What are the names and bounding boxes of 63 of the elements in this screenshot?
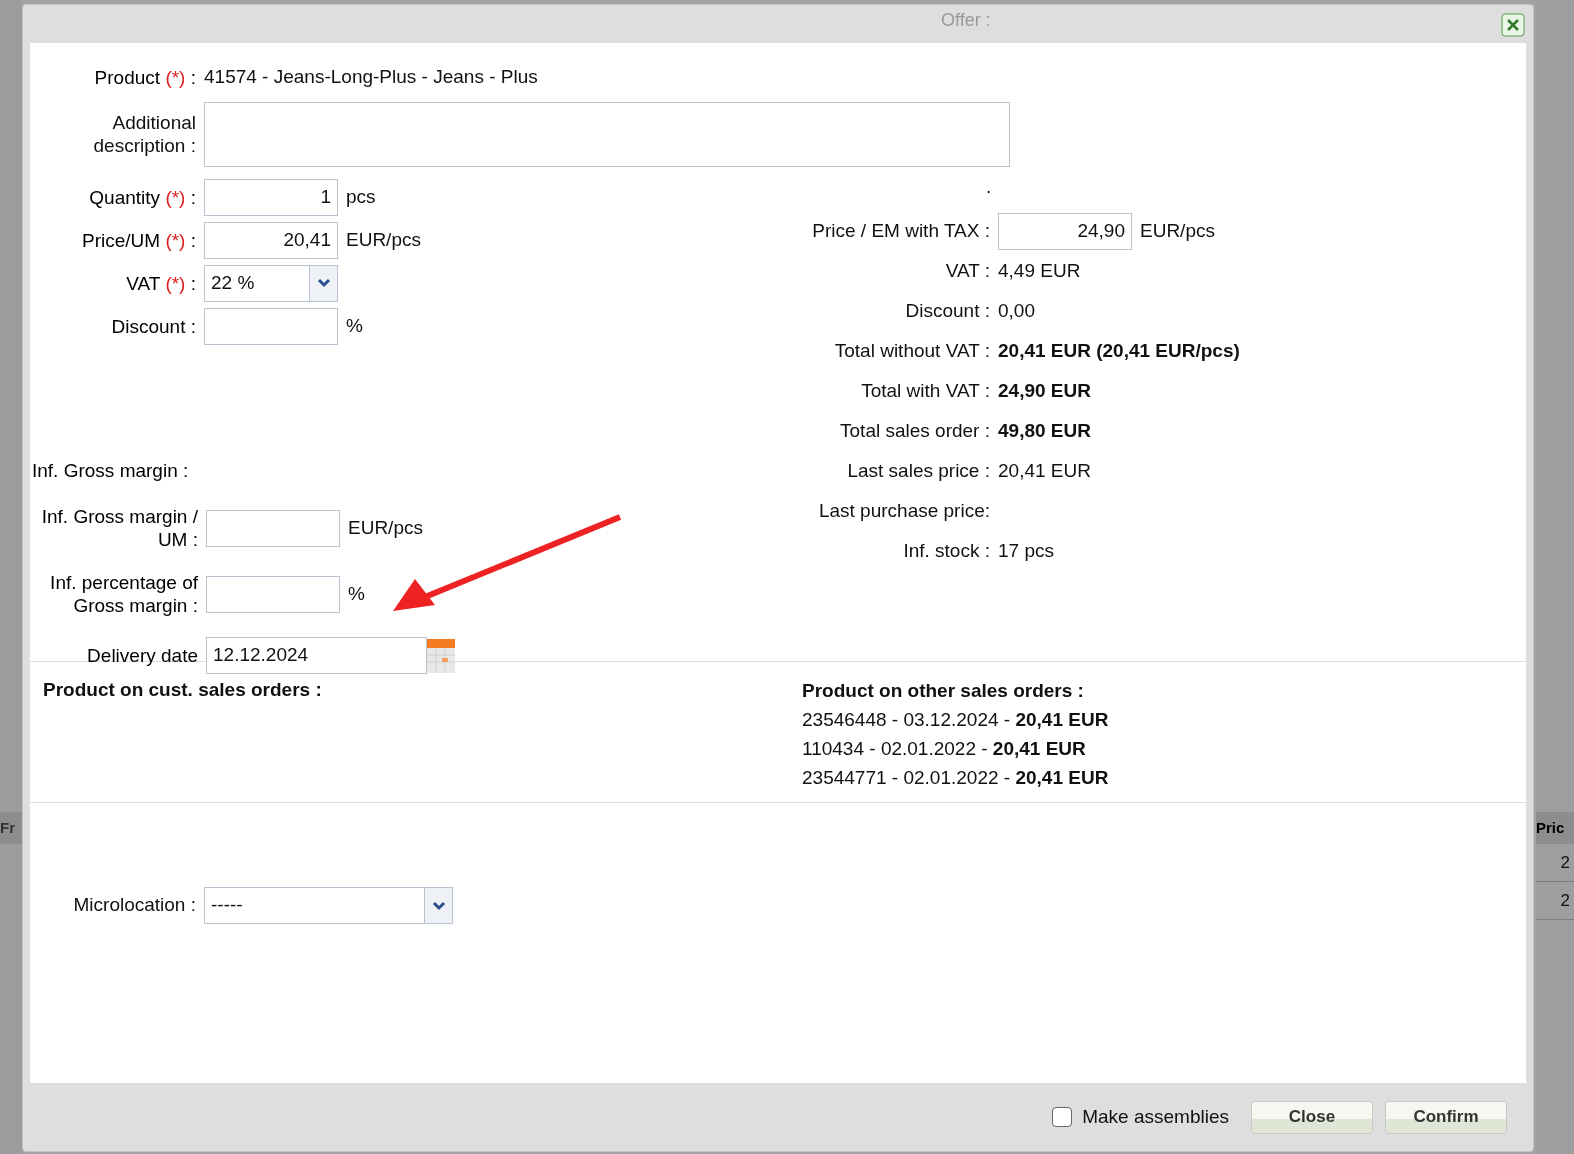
dialog-button[interactable]: Close — [1251, 1100, 1373, 1134]
field-label: Last purchase price: — [818, 499, 990, 521]
table-cell-text: 2 — [1560, 889, 1570, 912]
field-label: Inf. Gross margin / UM : — [41, 506, 198, 550]
field-label: Discount : — [111, 315, 196, 337]
field-label: Total with VAT : — [861, 379, 990, 401]
product-name: 41574 - Jeans-Long-Plus - Jeans - Plus — [204, 65, 538, 89]
input-field[interactable] — [204, 307, 338, 345]
checkbox-label: Make assemblies — [1082, 1104, 1229, 1129]
date-field[interactable]: 12.12.2024 — [206, 637, 427, 674]
chevron-down-icon — [316, 278, 331, 288]
section-title: Product on other sales orders : — [802, 679, 1085, 703]
field-label: Price/UM (*) : — [81, 229, 196, 251]
unit-label: % — [346, 313, 363, 338]
calendar-icon[interactable] — [427, 638, 455, 673]
unit-label: % — [348, 581, 365, 606]
field-value: 17 pcs — [998, 538, 1054, 563]
field-label: Inf. Gross margin : — [32, 459, 189, 481]
table-cell-text: 2 — [1560, 851, 1570, 874]
field-label: Last sales price : — [847, 459, 990, 481]
input-field[interactable] — [206, 575, 340, 613]
field-value: 20,41 EUR — [998, 458, 1091, 483]
field-label: VAT : — [945, 259, 990, 281]
description-field[interactable] — [204, 101, 1010, 167]
column-heading: Fr — [0, 817, 15, 838]
microlocation-dropdown[interactable]: ----- — [204, 887, 453, 924]
chevron-down-icon — [431, 900, 446, 911]
field-label: Price / EM with TAX : — [812, 219, 990, 241]
offer-label: Offer : — [941, 9, 991, 32]
field-value: 20,41 EUR (20,41 EUR/pcs) — [998, 338, 1240, 363]
unit-label: EUR/pcs — [1140, 218, 1215, 243]
input-field[interactable] — [206, 509, 340, 547]
order-line: 110434 - 02.01.2022 - 20,41 EUR — [802, 737, 1087, 761]
field-label: Total sales order : — [840, 419, 990, 441]
input-field[interactable]: 24,90 — [998, 212, 1132, 250]
vat-dropdown[interactable]: 22 % — [204, 264, 338, 302]
field-value: 49,80 EUR — [998, 418, 1091, 443]
unit-label: EUR/pcs — [346, 227, 421, 252]
field-label: Additional description : — [93, 112, 196, 156]
checkbox[interactable] — [1052, 1107, 1073, 1127]
column-heading: Pric — [1536, 817, 1565, 838]
unit-label: pcs — [346, 184, 376, 209]
order-line: 23546448 - 03.12.2024 - 20,41 EUR — [802, 708, 1109, 732]
field-label: Inf. percentage of Gross margin : — [50, 572, 198, 616]
field-value: 0,00 — [998, 298, 1035, 323]
close-icon[interactable] — [1501, 13, 1525, 37]
field-label: Total without VAT : — [834, 339, 990, 361]
input-field[interactable]: 20,41 — [204, 221, 338, 259]
field-value: 4,49 EUR — [998, 258, 1081, 283]
field-label: Quantity (*) : — [89, 186, 196, 208]
field-label: Product (*) : — [94, 66, 196, 88]
section-title: Product on cust. sales orders : — [43, 679, 322, 700]
field-label: Inf. stock : — [903, 539, 990, 561]
field-label: Discount : — [905, 299, 990, 321]
field-value: 24,90 EUR — [998, 378, 1091, 403]
order-line: 23544771 - 02.01.2022 - 20,41 EUR — [802, 766, 1109, 790]
dot-marker: . — [986, 175, 992, 197]
field-label: VAT (*) : — [126, 272, 196, 294]
input-field[interactable]: 1 — [204, 178, 338, 216]
field-label: Delivery date — [87, 645, 198, 666]
dialog-button[interactable]: Confirm — [1385, 1100, 1507, 1134]
field-label: Microlocation : — [73, 894, 196, 916]
unit-label: EUR/pcs — [348, 515, 423, 540]
